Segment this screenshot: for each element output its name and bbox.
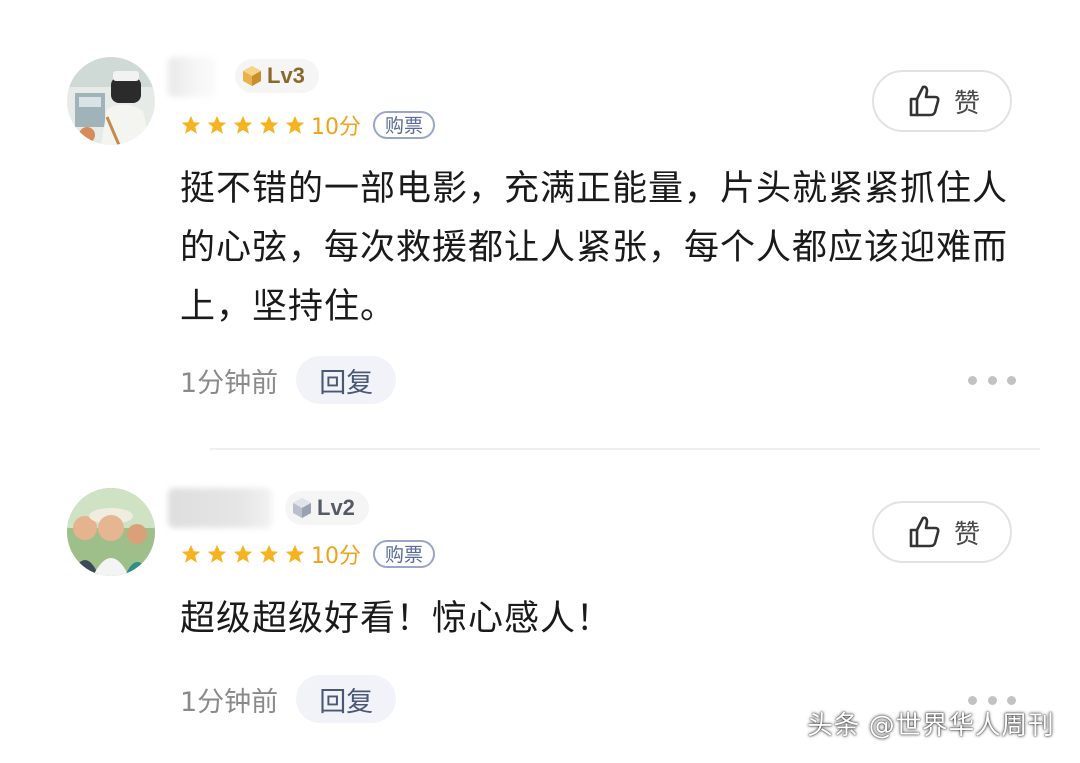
rating-row: 10分 购票 [180, 110, 436, 140]
comment-text: 挺不错的一部电影，充满正能量，片头就紧紧抓住人的心弦，每次救援都让人紧张，每个人… [180, 169, 1009, 327]
username-blurred[interactable] [168, 57, 216, 97]
star-icon [207, 544, 227, 563]
like-button[interactable]: 赞 [872, 501, 1012, 563]
ticket-badge: 购票 [373, 111, 436, 139]
avatar[interactable] [67, 57, 155, 145]
reply-button[interactable]: 回复 [296, 356, 397, 404]
star-icon [233, 544, 253, 563]
star-icon [259, 544, 279, 563]
level-label: Lv3 [267, 63, 305, 88]
comment-meta: 1分钟前 回复 [180, 674, 397, 724]
thumbs-up-icon [909, 516, 940, 548]
username-blurred[interactable] [168, 488, 272, 528]
rating-score: 10分 [311, 544, 361, 569]
comment-text: 超级超级好看！惊心感人！ [180, 599, 613, 639]
user-level-badge: Lv3 [235, 59, 319, 93]
like-button[interactable]: 赞 [872, 70, 1012, 132]
ticket-badge: 购票 [373, 540, 436, 568]
cube-badge-icon [293, 498, 311, 518]
user-level-badge: Lv2 [285, 491, 369, 525]
avatar-illustration-icon [67, 57, 155, 145]
level-label: Lv2 [317, 495, 355, 520]
rating-row: 10分 购票 [180, 539, 436, 569]
thumbs-up-icon [909, 85, 940, 117]
like-label: 赞 [953, 519, 980, 550]
star-icon [233, 115, 253, 134]
cube-badge-icon [243, 66, 261, 86]
dot [968, 695, 977, 705]
comment-meta: 1分钟前 回复 [180, 355, 397, 405]
star-icon [259, 115, 279, 134]
reply-button[interactable]: 回复 [296, 675, 397, 723]
star-icon [181, 544, 201, 563]
more-dots-icon[interactable] [968, 370, 1016, 390]
star-icon [285, 115, 305, 134]
dot [1007, 375, 1016, 385]
star-icon [207, 115, 227, 134]
dot [987, 695, 997, 705]
source-watermark: 头条 @世界华人周刊 [807, 711, 1055, 741]
comment-time: 1分钟前 [180, 686, 279, 718]
star-icon [181, 115, 201, 134]
dot [987, 375, 997, 385]
avatar[interactable] [67, 488, 155, 576]
dot [1007, 695, 1016, 705]
rating-score: 10分 [311, 115, 361, 140]
star-icon [285, 544, 305, 563]
like-label: 赞 [953, 88, 980, 119]
comment-item: Lv3 10分 购票 赞 挺不错的一部电影，充满正能量，片头就紧紧抓住人的心弦，… [0, 0, 1080, 450]
comment-list: Lv3 10分 购票 赞 挺不错的一部电影，充满正能量，片头就紧紧抓住人的心弦，… [0, 0, 1080, 763]
avatar-photo-icon [67, 488, 155, 576]
dot [968, 375, 977, 385]
comment-time: 1分钟前 [180, 367, 279, 399]
